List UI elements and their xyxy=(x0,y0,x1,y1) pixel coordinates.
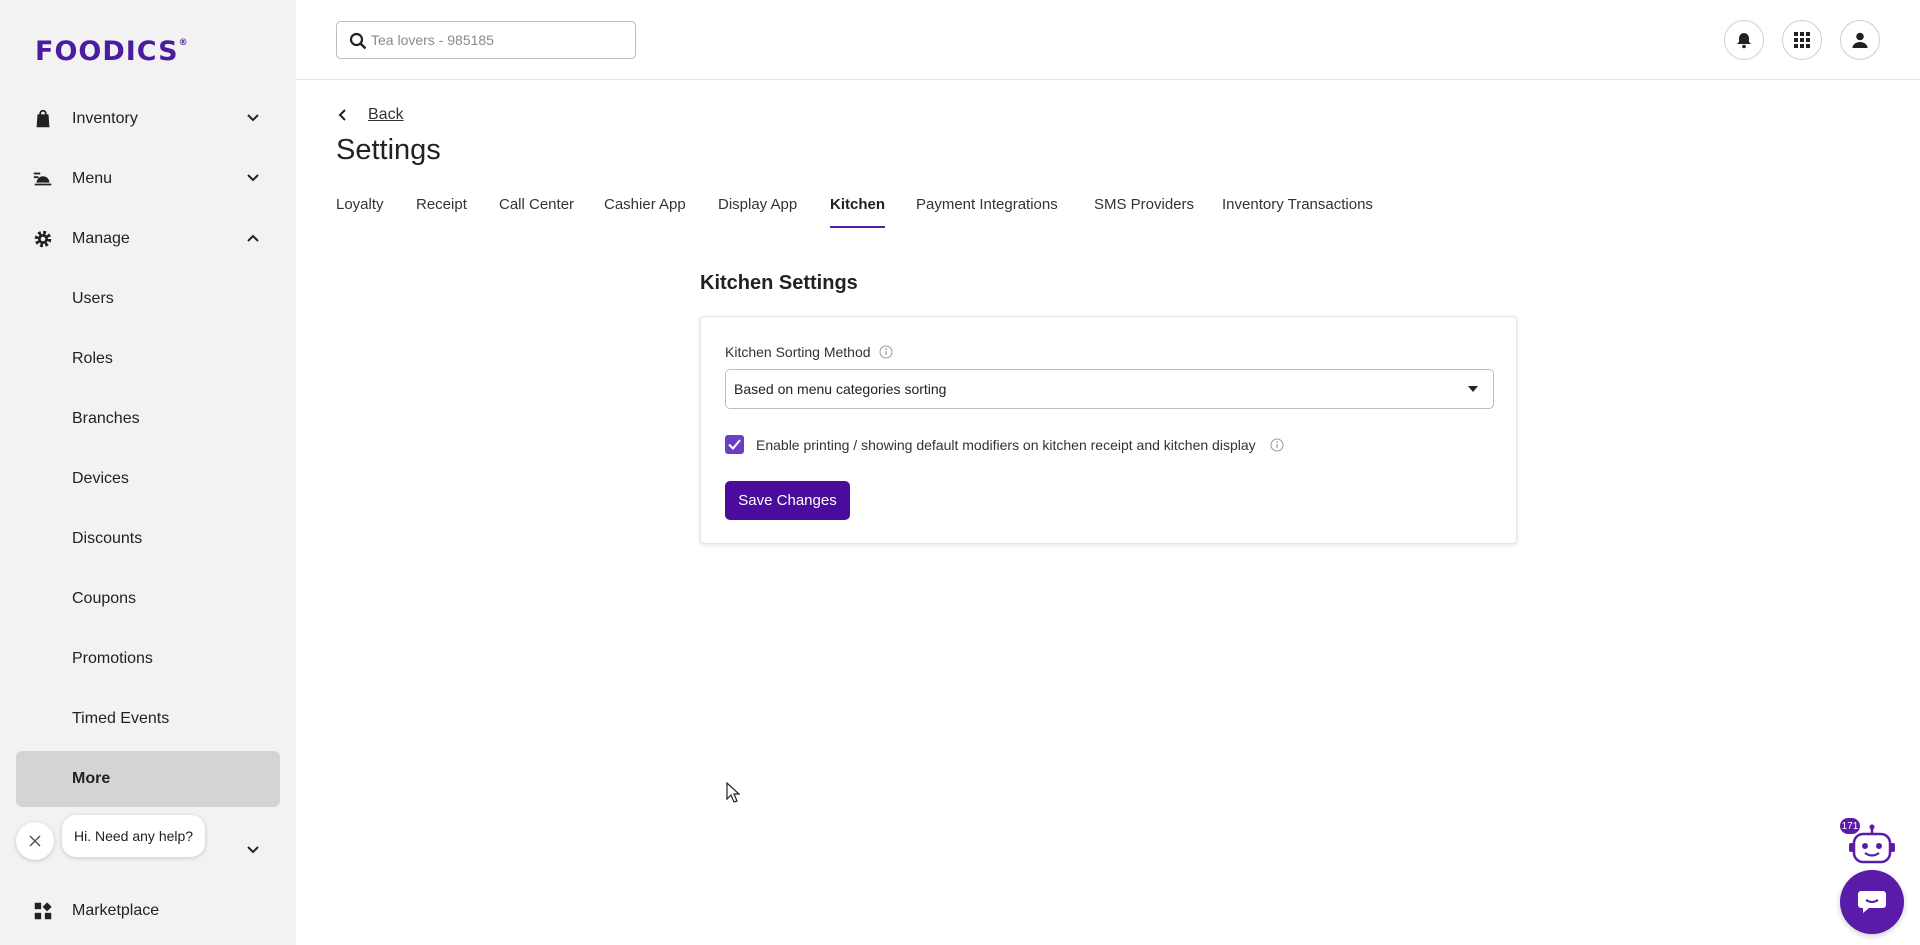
tab-kitchen[interactable]: Kitchen xyxy=(830,196,886,230)
chevron-down-icon xyxy=(247,846,259,854)
sorting-method-label: Kitchen Sorting Method xyxy=(725,344,893,360)
back-label: Back xyxy=(368,106,404,123)
info-icon[interactable] xyxy=(879,345,893,359)
apps-grid-icon xyxy=(1794,32,1810,48)
sidebar-item-label: Inventory xyxy=(72,110,138,127)
search-icon xyxy=(349,32,367,50)
tab-inventory-transactions[interactable]: Inventory Transactions xyxy=(1222,196,1373,230)
info-icon[interactable] xyxy=(1270,438,1284,452)
sidebar-subitem-coupons[interactable]: Coupons xyxy=(0,574,296,624)
default-modifiers-label: Enable printing / showing default modifi… xyxy=(756,436,1256,453)
chevron-down-icon xyxy=(247,174,259,182)
sidebar-item-inventory[interactable]: Inventory xyxy=(0,94,296,144)
tab-sms-providers[interactable]: SMS Providers xyxy=(1094,196,1194,230)
tab-cashier-app[interactable]: Cashier App xyxy=(604,196,686,230)
help-bubble[interactable]: Hi. Need any help? xyxy=(62,815,206,857)
sorting-method-select[interactable]: Based on menu categories sorting xyxy=(725,369,1494,409)
sidebar-subitem-users[interactable]: Users xyxy=(0,274,296,324)
food-tray-icon xyxy=(33,172,52,186)
bell-icon xyxy=(1737,33,1751,49)
mouse-cursor-icon xyxy=(726,782,740,803)
caret-down-icon xyxy=(1468,386,1478,392)
sidebar: FOODICS® Inventory Menu Manage Users Rol… xyxy=(0,0,296,945)
save-changes-button[interactable]: Save Changes xyxy=(725,481,850,520)
help-close-button[interactable] xyxy=(16,822,54,860)
sidebar-subitem-promotions[interactable]: Promotions xyxy=(0,634,296,684)
top-header xyxy=(296,0,1920,80)
sidebar-item-label: Menu xyxy=(72,170,113,187)
foodics-logo[interactable]: FOODICS® xyxy=(35,36,189,67)
chat-bubble-icon xyxy=(1858,891,1886,913)
back-link[interactable]: Back xyxy=(336,106,404,124)
sidebar-item-manage[interactable]: Manage xyxy=(0,214,296,264)
sidebar-item-marketplace[interactable]: Marketplace xyxy=(0,886,296,936)
sidebar-item-label: Manage xyxy=(72,230,130,247)
close-icon xyxy=(29,835,41,847)
gear-icon xyxy=(34,230,52,248)
sidebar-item-menu[interactable]: Menu xyxy=(0,154,296,204)
sidebar-item-label: Marketplace xyxy=(72,902,160,919)
sidebar-subitem-devices[interactable]: Devices xyxy=(0,454,296,504)
tab-call-center[interactable]: Call Center xyxy=(499,196,574,230)
chevron-up-icon xyxy=(247,234,259,242)
user-icon xyxy=(1852,32,1868,48)
sidebar-subitem-roles[interactable]: Roles xyxy=(0,334,296,384)
chevron-left-icon xyxy=(338,109,346,121)
chevron-down-icon xyxy=(247,114,259,122)
sorting-method-value: Based on menu categories sorting xyxy=(734,381,947,397)
apps-grid-icon xyxy=(34,902,52,920)
notification-count-badge: 171 xyxy=(1838,816,1862,836)
apps-button[interactable] xyxy=(1782,20,1822,60)
chat-launcher-button[interactable] xyxy=(1840,870,1904,934)
kitchen-settings-card: Kitchen Sorting Method Based on menu cat… xyxy=(700,316,1517,544)
tab-loyalty[interactable]: Loyalty xyxy=(336,196,384,230)
tab-receipt[interactable]: Receipt xyxy=(416,196,467,230)
tab-display-app[interactable]: Display App xyxy=(718,196,797,230)
check-icon xyxy=(728,439,741,450)
sidebar-subitem-branches[interactable]: Branches xyxy=(0,394,296,444)
tab-payment-integrations[interactable]: Payment Integrations xyxy=(916,196,1058,230)
default-modifiers-option: Enable printing / showing default modifi… xyxy=(725,435,1284,454)
section-title: Kitchen Settings xyxy=(700,272,858,294)
notifications-button[interactable] xyxy=(1724,20,1764,60)
search-box[interactable] xyxy=(336,21,636,59)
sidebar-subitem-timed-events[interactable]: Timed Events xyxy=(0,694,296,744)
profile-button[interactable] xyxy=(1840,20,1880,60)
default-modifiers-checkbox[interactable] xyxy=(725,435,744,454)
search-input[interactable] xyxy=(371,30,621,50)
sidebar-subitem-more[interactable]: More xyxy=(16,751,280,807)
page-title: Settings xyxy=(336,134,441,166)
shopping-bag-icon xyxy=(36,109,50,128)
sidebar-subitem-discounts[interactable]: Discounts xyxy=(0,514,296,564)
